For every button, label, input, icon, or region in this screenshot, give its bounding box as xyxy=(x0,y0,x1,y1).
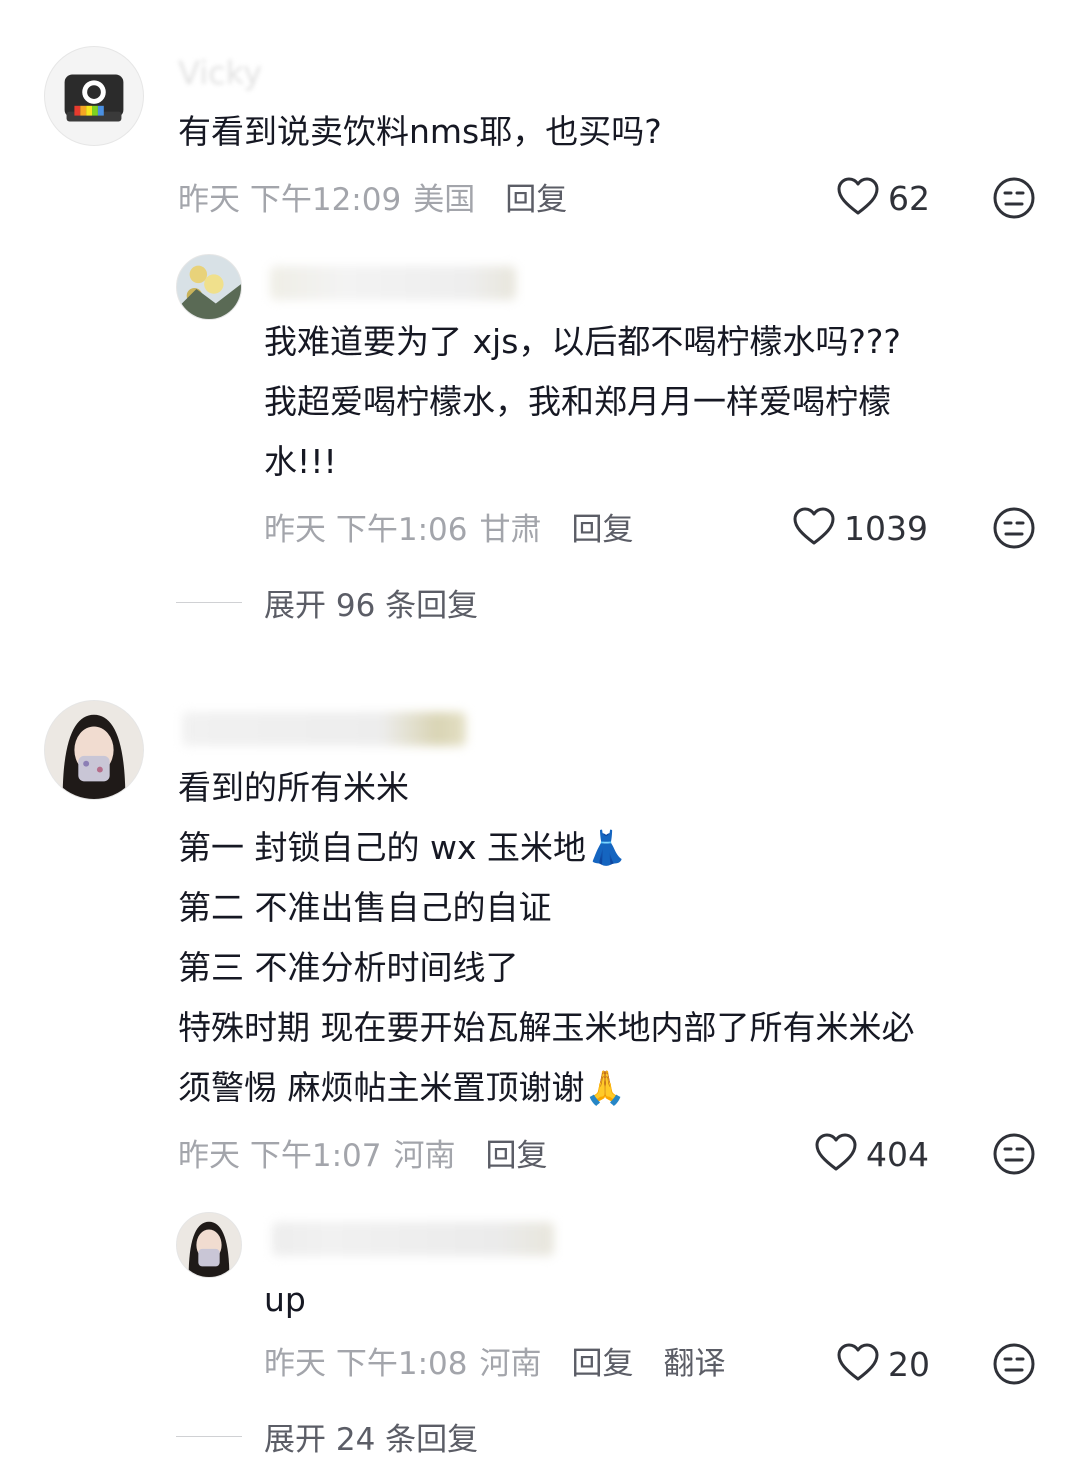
avatar[interactable] xyxy=(176,1212,242,1278)
reply-button[interactable]: 回复 xyxy=(485,1130,547,1175)
comment-time: 昨天 下午12:09 xyxy=(178,181,402,218)
comment-location: 河南 xyxy=(393,1137,456,1174)
heart-outline-icon xyxy=(814,1132,858,1176)
comment-meta: 昨天 下午1:08 河南 回复 翻译 xyxy=(264,1338,725,1382)
expand-replies-button[interactable]: 展开 96 条回复 xyxy=(176,580,478,624)
reply-text: 我难道要为了 xjs，以后都不喝柠檬水吗??? 我超爱喝柠檬水，我和郑月月一样爱… xyxy=(264,322,901,481)
comment-meta: 昨天 下午1:07 河南 回复 xyxy=(178,1130,547,1174)
emoji-reaction-button[interactable] xyxy=(992,176,1036,220)
comment-location: 河南 xyxy=(479,1345,542,1382)
translate-button[interactable]: 翻译 xyxy=(663,1338,725,1383)
comment-location: 甘肃 xyxy=(479,511,542,548)
avatar[interactable] xyxy=(176,254,242,320)
like-button[interactable]: 404 xyxy=(814,1132,929,1176)
expand-replies-label: 展开 24 条回复 xyxy=(264,1421,479,1458)
comment-time: 昨天 下午1:06 xyxy=(264,511,468,548)
avatar[interactable] xyxy=(44,700,144,800)
neutral-face-icon xyxy=(993,1343,1035,1385)
reply-button[interactable]: 回复 xyxy=(505,174,567,219)
reply-button[interactable]: 回复 xyxy=(571,1338,633,1383)
reply-text: up xyxy=(264,1280,306,1319)
expand-replies-label: 展开 96 条回复 xyxy=(264,587,479,624)
heart-outline-icon xyxy=(836,1342,880,1386)
like-button[interactable]: 62 xyxy=(836,176,930,220)
avatar[interactable] xyxy=(44,46,144,146)
emoji-reaction-button[interactable] xyxy=(992,1132,1036,1176)
like-button[interactable]: 1039 xyxy=(792,506,928,550)
heart-outline-icon xyxy=(836,176,880,220)
like-count: 62 xyxy=(888,178,930,218)
reply-button[interactable]: 回复 xyxy=(571,504,633,549)
comment-username[interactable] xyxy=(270,266,516,300)
comment-list: Vicky 有看到说卖饮料nms耶，也买吗? 昨天 下午12:09 美国 回复 … xyxy=(0,0,1080,1468)
flower-avatar-image xyxy=(177,255,241,319)
comment-text: 看到的所有米米 第一 封锁自己的 wx 玉米地👗 第二 不准出售自己的自证 第三… xyxy=(178,768,915,1107)
emoji-reaction-button[interactable] xyxy=(992,506,1036,550)
comment-username[interactable] xyxy=(272,1222,554,1256)
like-count: 404 xyxy=(866,1134,929,1174)
portrait-avatar-image xyxy=(177,1213,241,1277)
like-button[interactable]: 20 xyxy=(836,1342,930,1386)
expand-replies-button[interactable]: 展开 24 条回复 xyxy=(176,1414,478,1458)
comment-username[interactable]: Vicky xyxy=(178,54,262,92)
comment-time: 昨天 下午1:07 xyxy=(178,1137,382,1174)
portrait-avatar-image xyxy=(45,701,143,799)
camera-icon xyxy=(64,74,124,122)
comment-time: 昨天 下午1:08 xyxy=(264,1345,468,1382)
divider xyxy=(176,601,242,603)
neutral-face-icon xyxy=(993,1133,1035,1175)
divider xyxy=(176,1435,242,1437)
like-count: 20 xyxy=(888,1344,930,1384)
comment-location: 美国 xyxy=(413,181,476,218)
comment-username[interactable] xyxy=(182,712,466,746)
comment-text: 有看到说卖饮料nms耶，也买吗? xyxy=(178,112,662,151)
neutral-face-icon xyxy=(993,507,1035,549)
like-count: 1039 xyxy=(844,508,928,548)
comment-meta: 昨天 下午12:09 美国 回复 xyxy=(178,174,567,218)
emoji-reaction-button[interactable] xyxy=(992,1342,1036,1386)
comment-meta: 昨天 下午1:06 甘肃 回复 xyxy=(264,504,633,548)
heart-outline-icon xyxy=(792,506,836,550)
neutral-face-icon xyxy=(993,177,1035,219)
